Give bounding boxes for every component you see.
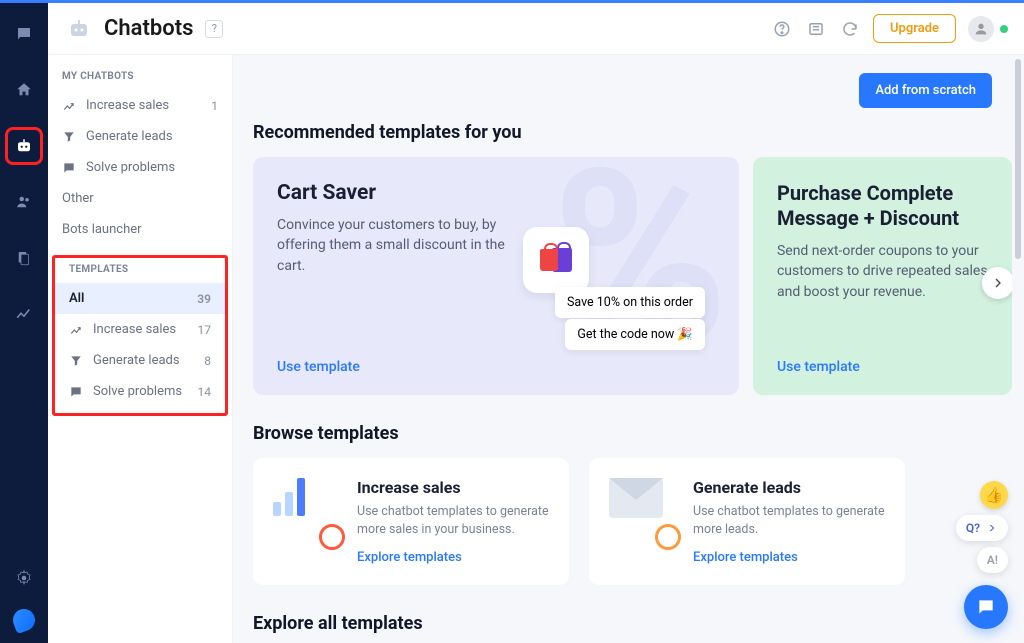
sidebar-item-solve-problems[interactable]: Solve problems: [48, 152, 232, 183]
sidebar-item-other[interactable]: Other: [48, 183, 232, 214]
browse-heading: Browse templates: [253, 423, 1012, 444]
header-help-button[interactable]: ?: [205, 20, 223, 38]
sidebar-item-bots-launcher[interactable]: Bots launcher: [48, 214, 232, 245]
chat-bubble: Save 10% on this order: [555, 287, 705, 318]
sidebar-section-templates: TEMPLATES: [55, 258, 225, 283]
card-desc: Convince your customers to buy, by offer…: [277, 215, 517, 276]
page-title: Chatbots: [104, 16, 193, 41]
sidebar-templates-group: TEMPLATES All 39 Increase sales 17 Gener…: [52, 255, 228, 416]
left-rail: [0, 3, 48, 643]
funnel-icon: [62, 130, 76, 144]
status-online-dot: [1000, 25, 1008, 33]
header: Chatbots ? Upgrade: [48, 3, 1024, 55]
add-from-scratch-button[interactable]: Add from scratch: [859, 73, 992, 108]
recommended-carousel: % Cart Saver Convince your customers to …: [253, 157, 1012, 395]
sidebar-item-count: 14: [198, 385, 212, 399]
card-title: Cart Saver: [277, 181, 715, 205]
sidebar-item-label: Bots launcher: [62, 222, 142, 237]
helper-q-label: Q?: [966, 521, 980, 535]
sidebar-item-count: 8: [204, 354, 211, 368]
browse-card-increase-sales[interactable]: Increase sales Use chatbot templates to …: [253, 458, 569, 585]
sidebar-item-label: Solve problems: [93, 384, 182, 399]
speech-icon: [62, 161, 76, 175]
browse-card-desc: Use chatbot templates to generate more l…: [693, 503, 885, 538]
sidebar-item-label: Increase sales: [93, 322, 176, 337]
use-template-link[interactable]: Use template: [277, 359, 360, 375]
sidebar-template-all[interactable]: All 39: [55, 283, 225, 314]
upgrade-button[interactable]: Upgrade: [873, 14, 956, 43]
speech-icon: [69, 385, 83, 399]
browse-card-title: Generate leads: [693, 478, 885, 497]
helper-a-label: A!: [987, 553, 998, 567]
helper-widget-stack: 👍 Q? A!: [956, 481, 1008, 573]
chart-up-icon: [62, 99, 76, 113]
rail-logo-icon: [10, 606, 38, 634]
card-desc: Send next-order coupons to your customer…: [777, 241, 988, 302]
card-title: Purchase Complete Message + Discount: [777, 181, 988, 231]
sidebar-item-label: Generate leads: [93, 353, 180, 368]
header-help-icon[interactable]: [771, 18, 793, 40]
use-template-link[interactable]: Use template: [777, 359, 860, 375]
chat-bubble: Get the code now 🎉: [565, 319, 705, 350]
rail-chatbot-icon[interactable]: [7, 129, 41, 163]
sidebar-item-label: Generate leads: [86, 129, 173, 144]
explore-heading: Explore all templates: [253, 613, 1012, 634]
sidebar-item-label: Increase sales: [86, 98, 169, 113]
leads-illustration-icon: [609, 478, 675, 544]
sidebar-item-generate-leads[interactable]: Generate leads: [48, 121, 232, 152]
browse-card-title: Increase sales: [357, 478, 549, 497]
thumbs-up-icon[interactable]: 👍: [980, 481, 1008, 509]
sidebar-template-generate-leads[interactable]: Generate leads 8: [55, 345, 225, 376]
sales-illustration-icon: [273, 478, 339, 544]
sidebar-item-increase-sales[interactable]: Increase sales 1: [48, 90, 232, 121]
sidebar-template-solve-problems[interactable]: Solve problems 14: [55, 376, 225, 407]
header-bot-icon: [66, 16, 92, 42]
recommended-heading: Recommended templates for you: [253, 122, 1012, 143]
main: Add from scratch Recommended templates f…: [233, 55, 1024, 643]
sidebar-template-increase-sales[interactable]: Increase sales 17: [55, 314, 225, 345]
browse-card-desc: Use chatbot templates to generate more s…: [357, 503, 549, 538]
template-card-cart-saver[interactable]: % Cart Saver Convince your customers to …: [253, 157, 739, 395]
explore-templates-link[interactable]: Explore templates: [693, 550, 798, 565]
rail-people-icon[interactable]: [7, 185, 41, 219]
sidebar: MY CHATBOTS Increase sales 1 Generate le…: [48, 55, 233, 643]
sidebar-item-count: 17: [198, 323, 212, 337]
rail-chat-icon[interactable]: [7, 17, 41, 51]
helper-answer-button[interactable]: A!: [977, 547, 1008, 573]
funnel-icon: [69, 354, 83, 368]
rail-analytics-icon[interactable]: [7, 297, 41, 331]
browse-card-generate-leads[interactable]: Generate leads Use chatbot templates to …: [589, 458, 905, 585]
avatar[interactable]: [968, 16, 994, 42]
chart-up-icon: [69, 323, 83, 337]
helper-question-button[interactable]: Q?: [956, 515, 1008, 541]
header-refresh-icon[interactable]: [839, 18, 861, 40]
shopping-bags-icon: [523, 227, 589, 293]
sidebar-section-my-chatbots: MY CHATBOTS: [48, 67, 232, 90]
sidebar-item-label: Other: [62, 191, 94, 206]
sidebar-item-label: All: [69, 291, 84, 306]
scrollbar[interactable]: [1015, 59, 1021, 259]
explore-templates-link[interactable]: Explore templates: [357, 550, 462, 565]
rail-settings-icon[interactable]: [7, 561, 41, 595]
header-news-icon[interactable]: [805, 18, 827, 40]
sidebar-item-count: 1: [211, 99, 218, 113]
sidebar-item-label: Solve problems: [86, 160, 175, 175]
chat-fab-button[interactable]: [964, 585, 1008, 629]
carousel-next-button[interactable]: [982, 267, 1012, 299]
template-card-purchase-complete[interactable]: Purchase Complete Message + Discount Sen…: [753, 157, 1012, 395]
rail-docs-icon[interactable]: [7, 241, 41, 275]
rail-home-icon[interactable]: [7, 73, 41, 107]
sidebar-item-count: 39: [197, 292, 211, 306]
